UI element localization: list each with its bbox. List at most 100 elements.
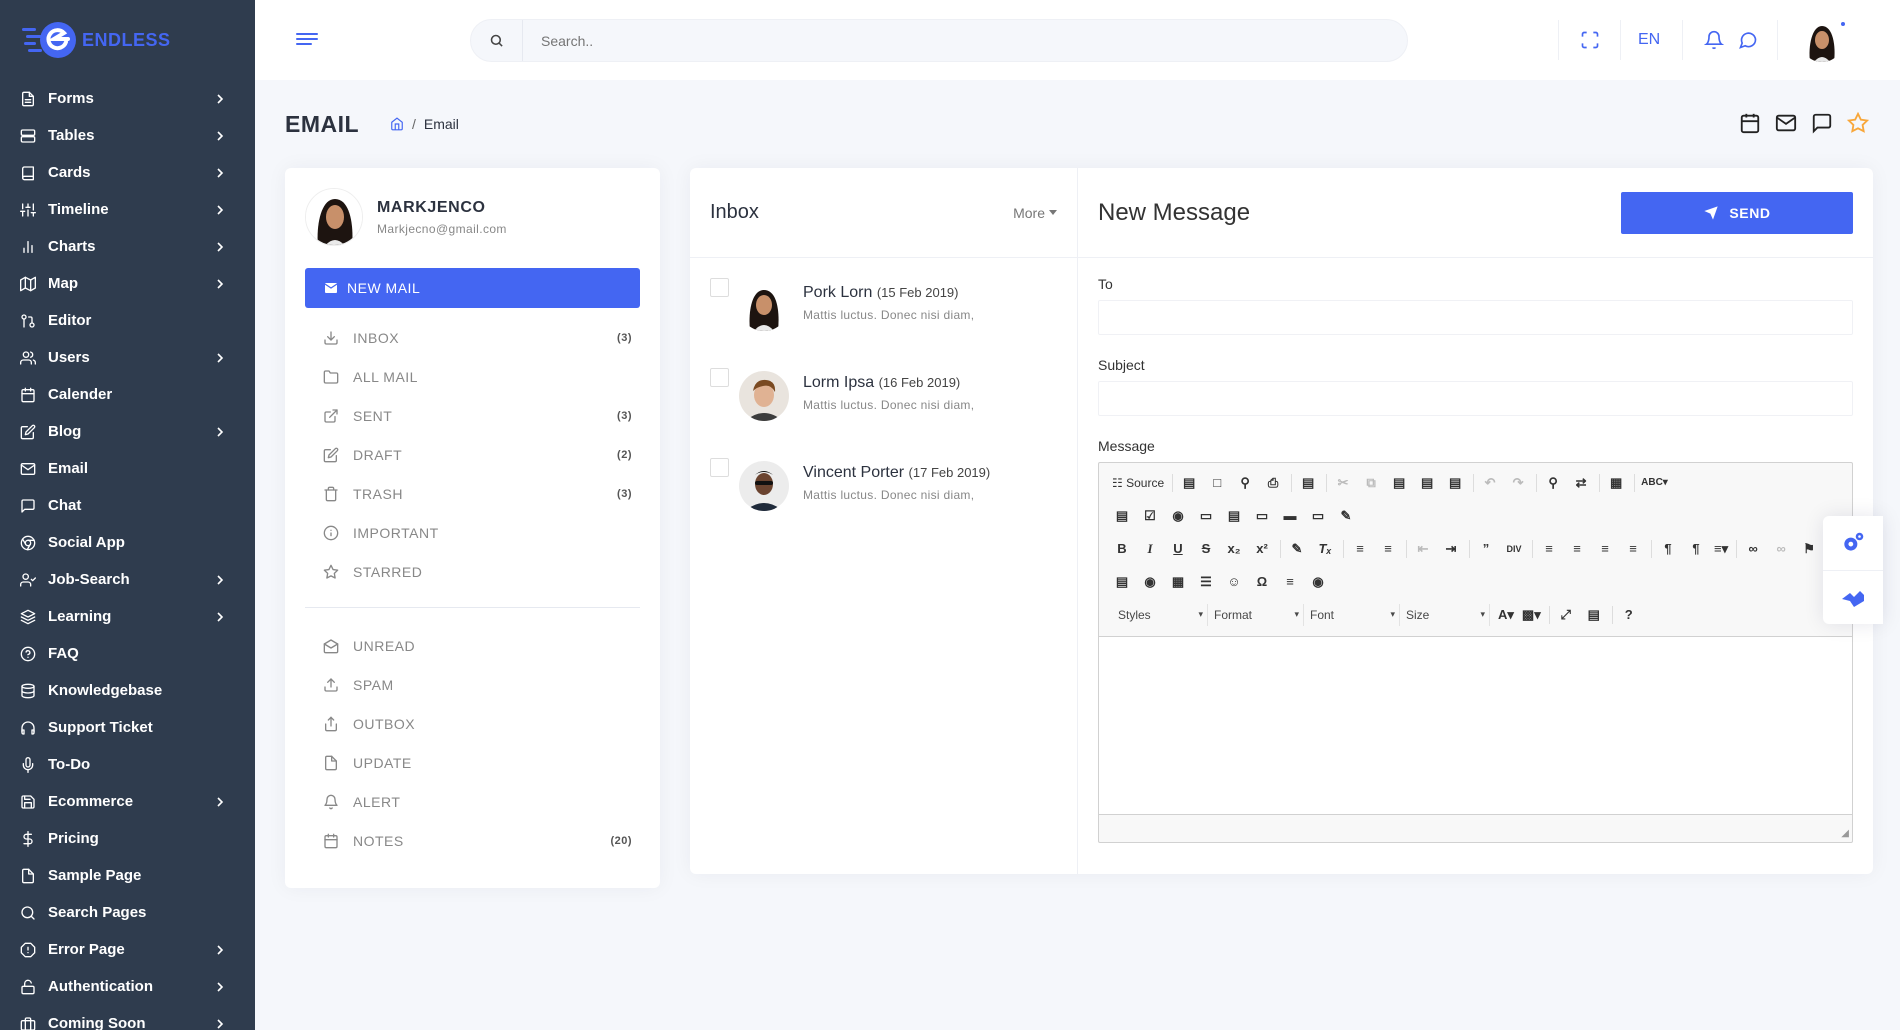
logo[interactable]: ENDLESS: [0, 0, 255, 80]
sidebar-item-editor[interactable]: Editor: [0, 302, 255, 339]
bulleted-list-icon[interactable]: ≡: [1378, 539, 1398, 559]
maximize-icon[interactable]: [1580, 30, 1600, 50]
help-icon[interactable]: ?: [1619, 605, 1639, 625]
search-input[interactable]: [523, 32, 1323, 49]
home-icon[interactable]: [390, 117, 404, 131]
bg-color-icon[interactable]: ▩▾: [1522, 605, 1541, 625]
textfield-icon[interactable]: ▭: [1196, 506, 1216, 526]
image-icon[interactable]: ▤: [1112, 572, 1132, 592]
sidebar-item-chat[interactable]: Chat: [0, 487, 255, 524]
sidebar-item-sample-page[interactable]: Sample Page: [0, 857, 255, 894]
mail-list-item[interactable]: Pork Lorn (15 Feb 2019) Mattis luctus. Do…: [690, 258, 1077, 348]
message-square-icon[interactable]: [1811, 112, 1833, 134]
source-icon[interactable]: ☷ Source: [1112, 473, 1164, 493]
menu-toggle-icon[interactable]: [296, 31, 318, 49]
format-combo[interactable]: Format ▾: [1208, 603, 1304, 626]
hidden-field-icon[interactable]: ✎: [1336, 506, 1356, 526]
sidebar-item-learning[interactable]: Learning: [0, 598, 255, 635]
show-blocks-icon[interactable]: ▤: [1584, 605, 1604, 625]
sidebar-item-faq[interactable]: FAQ: [0, 635, 255, 672]
folder-spam[interactable]: SPAM: [305, 665, 640, 704]
language-icon[interactable]: ≡▾: [1714, 539, 1728, 559]
redo-icon[interactable]: ↷: [1508, 473, 1528, 493]
search-icon[interactable]: [471, 20, 523, 61]
paste-word-icon[interactable]: ▤: [1445, 473, 1465, 493]
sidebar-item-ecommerce[interactable]: Ecommerce: [0, 783, 255, 820]
radio-icon[interactable]: ◉: [1168, 506, 1188, 526]
div-container-icon[interactable]: DIV: [1504, 539, 1524, 559]
sidebar-item-timeline[interactable]: Timeline: [0, 191, 255, 228]
to-field[interactable]: [1098, 300, 1853, 335]
strike-icon[interactable]: S: [1196, 539, 1216, 559]
outdent-icon[interactable]: ⇤: [1413, 539, 1433, 559]
form-icon[interactable]: ▤: [1112, 506, 1132, 526]
folder-sent[interactable]: SENT (3): [305, 396, 640, 435]
sidebar-item-coming-soon[interactable]: Coming Soon: [0, 1005, 255, 1030]
sidebar-item-forms[interactable]: Forms: [0, 80, 255, 117]
align-right-icon[interactable]: ≡: [1595, 539, 1615, 559]
blockquote-icon[interactable]: ”: [1476, 539, 1496, 559]
folder-all-mail[interactable]: ALL MAIL: [305, 357, 640, 396]
underline-icon[interactable]: U: [1168, 539, 1188, 559]
sidebar-item-pricing[interactable]: Pricing: [0, 820, 255, 857]
flash-icon[interactable]: ◉: [1140, 572, 1160, 592]
sidebar-item-search-pages[interactable]: Search Pages: [0, 894, 255, 931]
mail-checkbox[interactable]: [710, 278, 729, 297]
rtl-icon[interactable]: ¶: [1686, 539, 1706, 559]
sidebar-item-authentication[interactable]: Authentication: [0, 968, 255, 1005]
new-page-icon[interactable]: □: [1207, 473, 1227, 493]
table-icon[interactable]: ▦: [1168, 572, 1188, 592]
anchor-icon[interactable]: ⚑: [1799, 539, 1819, 559]
sidebar-item-to-do[interactable]: To-Do: [0, 746, 255, 783]
align-justify-icon[interactable]: ≡: [1623, 539, 1643, 559]
mail-checkbox[interactable]: [710, 368, 729, 387]
sidebar-item-email[interactable]: Email: [0, 450, 255, 487]
text-color-icon[interactable]: A▾: [1498, 605, 1514, 625]
resize-handle-icon[interactable]: ◢: [1841, 828, 1849, 839]
sidebar-item-users[interactable]: Users: [0, 339, 255, 376]
select-all-icon[interactable]: ▦: [1606, 473, 1626, 493]
bell-icon[interactable]: [1704, 30, 1724, 50]
folder-notes[interactable]: NOTES (20): [305, 821, 640, 860]
more-dropdown[interactable]: More: [1013, 205, 1057, 221]
smiley-icon[interactable]: ☺: [1224, 572, 1244, 592]
star-icon[interactable]: [1847, 112, 1869, 134]
folder-draft[interactable]: DRAFT (2): [305, 435, 640, 474]
message-body[interactable]: [1099, 636, 1852, 815]
special-char-icon[interactable]: Ω: [1252, 572, 1272, 592]
templates-icon[interactable]: ▤: [1298, 473, 1318, 493]
align-center-icon[interactable]: ≡: [1567, 539, 1587, 559]
sidebar-item-social-app[interactable]: Social App: [0, 524, 255, 561]
sidebar-item-cards[interactable]: Cards: [0, 154, 255, 191]
sidebar-item-map[interactable]: Map: [0, 265, 255, 302]
preview-icon[interactable]: ⚲: [1235, 473, 1255, 493]
superscript-icon[interactable]: x²: [1252, 539, 1272, 559]
mail-checkbox[interactable]: [710, 458, 729, 477]
copy-icon[interactable]: ⧉: [1361, 473, 1381, 493]
folder-alert[interactable]: ALERT: [305, 782, 640, 821]
link-icon[interactable]: ∞: [1743, 539, 1763, 559]
copy-format-icon[interactable]: ✎: [1287, 539, 1307, 559]
unlink-icon[interactable]: ∞: [1771, 539, 1791, 559]
find-icon[interactable]: ⚲: [1543, 473, 1563, 493]
sidebar-item-calender[interactable]: Calender: [0, 376, 255, 413]
align-left-icon[interactable]: ≡: [1539, 539, 1559, 559]
button-field-icon[interactable]: ▬: [1280, 506, 1300, 526]
numbered-list-icon[interactable]: ≡: [1350, 539, 1370, 559]
folder-update[interactable]: UPDATE: [305, 743, 640, 782]
sidebar-item-charts[interactable]: Charts: [0, 228, 255, 265]
cut-icon[interactable]: ✂: [1333, 473, 1353, 493]
language-selector[interactable]: EN: [1638, 31, 1660, 49]
undo-icon[interactable]: ↶: [1480, 473, 1500, 493]
sidebar-item-support-ticket[interactable]: Support Ticket: [0, 709, 255, 746]
new-mail-button[interactable]: NEW MAIL: [305, 268, 640, 308]
user-avatar[interactable]: [1800, 18, 1844, 62]
subscript-icon[interactable]: x₂: [1224, 539, 1244, 559]
textarea-icon[interactable]: ▤: [1224, 506, 1244, 526]
ltr-icon[interactable]: ¶: [1658, 539, 1678, 559]
print-icon[interactable]: ⎙: [1263, 473, 1283, 493]
folder-unread[interactable]: UNREAD: [305, 626, 640, 665]
folder-outbox[interactable]: OUTBOX: [305, 704, 640, 743]
iframe-icon[interactable]: ◉: [1308, 572, 1328, 592]
sidebar-item-job-search[interactable]: Job-Search: [0, 561, 255, 598]
